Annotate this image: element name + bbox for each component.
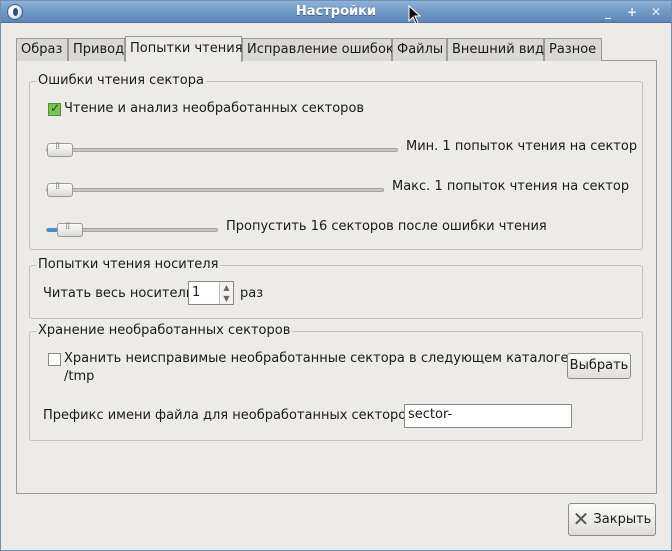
tab-panel: Ошибки чтения сектора Чтение и анализ не… (16, 60, 657, 494)
tab-read-attempts[interactable]: Попытки чтения (125, 36, 243, 62)
skip-sectors-label: Пропустить 16 секторов после ошибки чтен… (226, 219, 547, 234)
window-title: Настройки (295, 4, 377, 19)
tab-files[interactable]: Файлы (392, 38, 447, 61)
slider-handle[interactable] (57, 221, 83, 237)
store-raw-checkbox[interactable] (48, 353, 61, 366)
slider-handle[interactable] (47, 141, 73, 157)
frame-title: Попытки чтения носителя (36, 257, 221, 272)
prefix-input[interactable]: sector- (404, 404, 572, 428)
min-attempts-label: Мин. 1 попыток чтения на сектор (406, 139, 638, 154)
tab-misc[interactable]: Разное (544, 38, 602, 61)
read-medium-spinbox[interactable]: 1 ▲ ▼ (188, 281, 234, 305)
raw-analysis-label: Чтение и анализ необработанных секторов (64, 101, 365, 116)
sector-errors-frame: Ошибки чтения сектора Чтение и анализ не… (29, 73, 643, 250)
mouse-cursor-icon (408, 5, 422, 25)
raw-analysis-checkbox[interactable] (48, 101, 61, 116)
spin-down-icon[interactable]: ▼ (220, 293, 233, 304)
tab-image[interactable]: Образ (16, 38, 68, 61)
tab-error-correction[interactable]: Исправление ошибок (242, 38, 394, 61)
close-button[interactable]: ✕ Закрыть (568, 503, 656, 536)
medium-attempts-frame: Попытки чтения носителя Читать весь носи… (29, 257, 643, 319)
frame-title: Ошибки чтения сектора (36, 73, 206, 88)
frame-title: Хранение необработанных секторов (36, 323, 293, 338)
tab-appearance[interactable]: Внешний вид (447, 38, 544, 61)
spinbox-value: 1 (192, 285, 201, 300)
preferences-window: Настройки _ + ✕ Ошибки чтения сектора Чт… (0, 0, 672, 551)
tab-drive[interactable]: Привод (68, 38, 125, 61)
title-bar[interactable]: Настройки _ + ✕ (1, 1, 671, 23)
max-attempts-label: Макс. 1 попыток чтения на сектор (392, 179, 630, 194)
skip-sectors-slider[interactable] (46, 221, 218, 237)
choose-directory-button[interactable]: Выбрать (567, 353, 631, 379)
store-raw-label: Хранить неисправимые необработанные сект… (64, 351, 573, 366)
prefix-label: Префикс имени файла для необработанных с… (43, 408, 419, 423)
maximize-icon[interactable]: + (623, 4, 641, 20)
close-window-icon[interactable]: ✕ (647, 4, 665, 20)
minimize-icon[interactable]: _ (599, 4, 617, 20)
read-medium-label: Читать весь носитель (43, 286, 194, 301)
spinbox-buttons: ▲ ▼ (219, 282, 233, 304)
close-button-label: Закрыть (593, 512, 652, 527)
max-attempts-slider[interactable] (46, 181, 384, 197)
slider-handle[interactable] (47, 181, 73, 197)
spin-up-icon[interactable]: ▲ (220, 282, 233, 293)
times-label: раз (240, 286, 264, 301)
raw-storage-frame: Хранение необработанных секторов Хранить… (29, 323, 643, 441)
min-attempts-slider[interactable] (46, 141, 398, 157)
close-icon: ✕ (572, 507, 590, 531)
store-path: /tmp (64, 369, 95, 384)
